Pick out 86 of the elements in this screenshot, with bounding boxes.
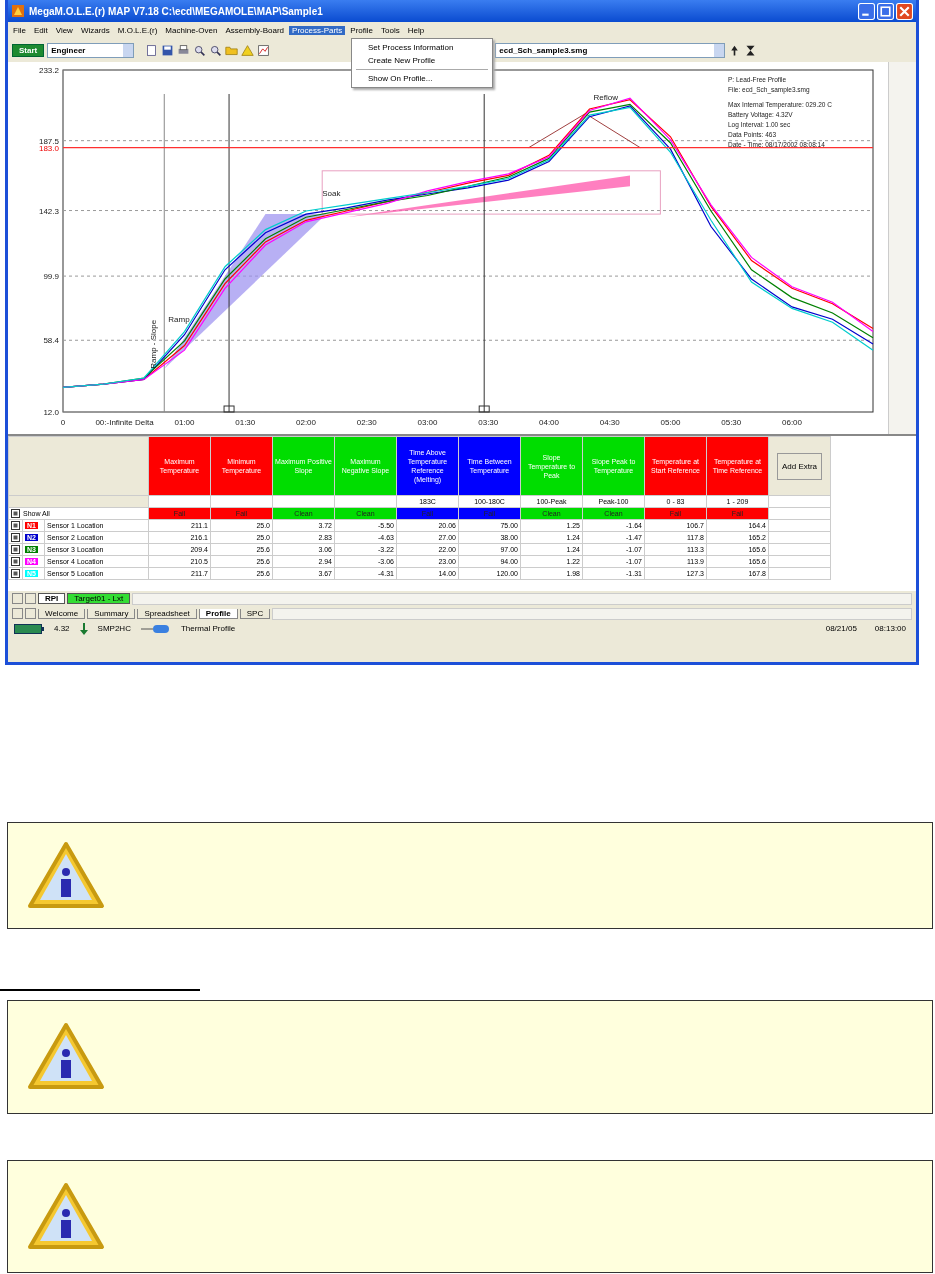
sheet-tab[interactable]: Target01 - Lxt bbox=[67, 593, 131, 604]
connector-icon bbox=[140, 623, 171, 634]
row-checkbox[interactable] bbox=[11, 544, 20, 554]
y-tick-label: 58.4 bbox=[43, 336, 59, 346]
minimize-icon[interactable] bbox=[858, 2, 875, 20]
start-button[interactable]: Start bbox=[12, 43, 45, 57]
cursor-handle[interactable] bbox=[223, 405, 235, 413]
window-title: MegaM.O.L.E.(r) MAP V7.18 C:\ecd\MEGAMOLE\MAP\Sample1 bbox=[29, 5, 323, 17]
y-tick-label: 187.5 bbox=[38, 136, 59, 146]
chart-icon[interactable] bbox=[257, 43, 271, 57]
x-tick-label: 04:30 bbox=[599, 418, 620, 427]
annotation-label: Reflow bbox=[593, 92, 618, 102]
view-tab[interactable]: Profile bbox=[198, 608, 238, 619]
voltage-text: 4.32 bbox=[54, 624, 70, 633]
cursor-line[interactable] bbox=[163, 93, 165, 413]
app-icon bbox=[11, 4, 25, 18]
annotation-label: Soak bbox=[322, 188, 341, 198]
reference-label: 183.0 bbox=[38, 143, 59, 153]
menu-item[interactable]: View bbox=[52, 25, 76, 35]
zoom-in-icon[interactable] bbox=[193, 43, 207, 57]
zoom-out-icon[interactable] bbox=[209, 43, 223, 57]
x-tick-label: 01:00 bbox=[174, 418, 195, 427]
annotation-label: Ramp - Slope bbox=[149, 319, 159, 369]
cursor-handle[interactable] bbox=[478, 405, 490, 413]
scrollbar[interactable] bbox=[888, 62, 916, 434]
x-tick-label: 0 bbox=[60, 418, 66, 427]
menu-item[interactable]: Help bbox=[404, 25, 428, 35]
file-dropdown[interactable]: ecd_Sch_sample3.smg bbox=[495, 42, 726, 58]
view-tab[interactable]: Welcome bbox=[38, 608, 86, 619]
menu-item[interactable]: Edit bbox=[30, 25, 51, 35]
mode-text: Thermal Profile bbox=[180, 624, 236, 633]
menu-item[interactable]: Tools bbox=[378, 25, 403, 35]
sheet-tab[interactable]: RPI bbox=[38, 593, 66, 604]
view-tab[interactable]: Spreadsheet bbox=[137, 608, 197, 619]
menu-item[interactable]: Wizards bbox=[77, 25, 113, 35]
maximize-icon[interactable] bbox=[877, 2, 894, 20]
next-sheet-button[interactable] bbox=[25, 593, 36, 604]
x-tick-label: 03:30 bbox=[478, 418, 499, 427]
view-tab[interactable]: SPC bbox=[239, 608, 271, 619]
y-tick-label: 233.2 bbox=[38, 66, 59, 75]
x-tick-label: 02:30 bbox=[356, 418, 377, 427]
y-tick-label: 142.3 bbox=[38, 206, 59, 216]
device-text: SMP2HC bbox=[97, 624, 131, 633]
x-tick-label: 03:00 bbox=[417, 418, 438, 427]
x-tick-label: 05:30 bbox=[721, 418, 742, 427]
menu-option[interactable]: Show On Profile... bbox=[352, 72, 492, 85]
annotation-label: Ramp bbox=[168, 315, 190, 325]
view-tab[interactable]: Summary bbox=[87, 608, 136, 619]
warning-icon[interactable] bbox=[241, 43, 255, 57]
next-tab-button[interactable] bbox=[25, 608, 36, 619]
row-checkbox[interactable] bbox=[11, 520, 20, 530]
x-tick-label: 06:00 bbox=[782, 418, 802, 427]
menu-item[interactable]: M.O.L.E.(r) bbox=[114, 25, 161, 35]
cursor-line[interactable] bbox=[483, 93, 485, 413]
x-tick-label: 01:30 bbox=[235, 418, 256, 427]
menu-item[interactable]: Profile bbox=[347, 25, 376, 35]
menu-item[interactable]: File bbox=[10, 25, 29, 35]
menu-option[interactable]: Create New Profile bbox=[352, 54, 492, 67]
add-extra-button[interactable]: Add Extra bbox=[776, 452, 823, 480]
new-file-icon[interactable] bbox=[145, 43, 159, 57]
previous-sheet-button[interactable] bbox=[12, 593, 23, 604]
user-dropdown[interactable]: Engineer bbox=[47, 42, 135, 58]
x-tick-label: 02:00 bbox=[296, 418, 316, 427]
scrollbar[interactable] bbox=[132, 592, 912, 605]
menu-option[interactable]: Set Process Information bbox=[352, 41, 492, 54]
x-tick-label: 05:00 bbox=[660, 418, 681, 427]
cursor-label: 00:-Infinite Delta bbox=[95, 418, 154, 427]
print-icon[interactable] bbox=[177, 43, 191, 57]
show-all-checkbox[interactable] bbox=[11, 509, 20, 518]
time-text: 08:13:00 bbox=[873, 624, 907, 633]
row-checkbox[interactable] bbox=[11, 556, 20, 566]
y-tick-label: 12.0 bbox=[43, 408, 59, 417]
x-tick-label: 04:00 bbox=[539, 418, 559, 427]
battery-icon bbox=[14, 623, 44, 634]
row-checkbox[interactable] bbox=[11, 532, 20, 542]
save-icon[interactable] bbox=[161, 43, 175, 57]
date-text: 08/21/05 bbox=[824, 624, 858, 633]
menu-item[interactable]: Machine-Oven bbox=[162, 25, 221, 35]
menu-item[interactable]: Process-Parts bbox=[289, 25, 346, 35]
row-checkbox[interactable] bbox=[11, 568, 20, 578]
menu-item[interactable]: Assembly-Board bbox=[222, 25, 288, 35]
y-tick-label: 99.9 bbox=[43, 272, 59, 282]
down-arrow-icon bbox=[79, 622, 88, 635]
previous-tab-button[interactable] bbox=[12, 608, 23, 619]
close-icon[interactable] bbox=[896, 2, 913, 20]
scrollbar[interactable] bbox=[272, 607, 912, 620]
